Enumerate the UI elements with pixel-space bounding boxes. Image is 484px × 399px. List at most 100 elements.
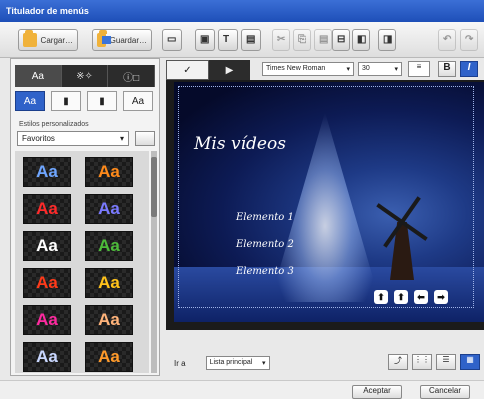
redo-button[interactable]: ↷ [460,29,478,51]
style-swatch[interactable]: Aa [85,231,133,261]
cut-button[interactable]: ✂ [272,29,290,51]
size-select[interactable]: 30 ▾ [358,62,402,76]
style-swatch[interactable]: Aa [85,342,133,372]
swatch-scrollbar[interactable] [151,151,157,373]
chevron-down-icon: ▾ [394,66,398,73]
preset-label: Estilos personalizados [19,121,89,128]
menu-element-2[interactable]: Elemento 2 [236,239,294,250]
ok-button[interactable]: Aceptar [352,385,402,399]
copy-icon: ⎘ [298,34,306,45]
bold-button[interactable]: B [438,61,456,77]
style-swatch[interactable]: Aa [23,268,71,298]
new-title-button[interactable]: ▭ [162,29,182,51]
main-toolbar: Cargar… Guardar… ▭ ▣ T ▤ ✂ ⎘ ▤ ⊟ ◧ ◨ ↶ ↷ [0,22,484,58]
nav-up-icon[interactable]: ⬆ [374,290,388,304]
link-label: Ir a [174,358,186,368]
layer-front-button[interactable]: ◧ [352,29,370,51]
tab-text-styles[interactable]: Aa [15,65,62,87]
tab-preview[interactable]: ▶ [209,60,250,80]
text-icon: T [223,34,230,45]
style-swatch[interactable]: Aa [23,305,71,335]
style-swatch[interactable]: Aa [85,305,133,335]
menu-element-3[interactable]: Elemento 3 [236,266,294,277]
window-titlebar: Titulador de menús [0,0,484,22]
add-text-button[interactable]: T [218,29,238,51]
link-target-value: Lista principal [209,359,253,366]
paste-button[interactable]: ▤ [314,29,332,51]
safe-area-border [178,86,474,308]
preset-settings-button[interactable] [135,131,155,146]
list-view-icon[interactable]: ☰ [436,354,456,370]
undo-icon: ↶ [443,34,452,45]
link-target-select[interactable]: Lista principal ▾ [205,356,270,370]
style-swatch[interactable]: Aa [85,194,133,224]
style-shadow-button[interactable]: ▮ [87,91,117,111]
view-icons: ⤴ ⋮⋮ ☰ ▦ [388,354,480,370]
style-type-row: Aa ▮ ▮ Aa [15,91,155,113]
nav-right-icon[interactable]: ➡ [434,290,448,304]
menu-nav-buttons: ⬆ ⬆ ⬅ ➡ [374,290,448,304]
italic-button[interactable]: I [460,61,478,77]
nav-home-icon[interactable]: ⬆ [394,290,408,304]
canvas-frame: Mis vídeos Elemento 1 Elemento 2 Element… [166,80,484,330]
style-swatch[interactable]: Aa [23,157,71,187]
button-icon: ▤ [246,34,256,45]
add-button-button[interactable]: ▤ [241,29,261,51]
align-dropdown-button[interactable]: ⊟ [332,29,350,51]
paste-icon: ▤ [319,34,329,45]
tab-backgrounds[interactable]: ※✧ [62,65,109,87]
grid-icon[interactable]: ⋮⋮ [412,354,432,370]
menu-title-text[interactable]: Mis vídeos [194,134,286,154]
layer-back-button[interactable]: ◨ [378,29,396,51]
copy-button[interactable]: ⎘ [293,29,311,51]
preset-select[interactable]: Favoritos ▾ [17,131,129,146]
nav-left-icon[interactable]: ⬅ [414,290,428,304]
align-icon: ⊟ [337,34,346,45]
scrollbar-thumb[interactable] [151,157,157,217]
link-icon[interactable]: ⤴ [388,354,408,370]
chevron-down-icon: ▾ [346,66,350,73]
menu-element-1[interactable]: Elemento 1 [236,212,294,223]
style-swatch[interactable]: Aa [23,231,71,261]
dialog-footer: Aceptar Cancelar [0,380,484,399]
styles-panel: Aa ※✧ ⓘ□ Aa ▮ ▮ Aa Estilos personalizado… [10,58,160,376]
tab-buttons[interactable]: ⓘ□ [108,65,156,87]
style-swatch[interactable]: Aa [85,157,133,187]
scissors-icon: ✂ [277,34,286,45]
save-folder-icon [97,30,111,47]
tab-edit[interactable]: ✓ [166,60,209,80]
add-image-button[interactable]: ▣ [195,29,215,51]
save-button[interactable]: Guardar… [92,29,152,51]
style-swatch[interactable]: Aa [23,342,71,372]
style-swatch[interactable]: Aa [23,194,71,224]
chevron-down-icon: ▾ [262,360,266,367]
editor-tabs: ✓ ▶ [166,60,250,80]
justify-button[interactable]: ≡ [408,61,430,77]
style-edge-button[interactable]: ▮ [51,91,81,111]
open-button-label: Cargar… [40,35,73,45]
cancel-button[interactable]: Cancelar [420,385,470,399]
redo-icon: ↷ [465,34,474,45]
monitor-icon: ▭ [167,34,177,45]
styles-tabs: Aa ※✧ ⓘ□ [15,65,156,87]
preset-value: Favoritos [22,134,55,143]
font-select[interactable]: Times New Roman ▾ [262,62,354,76]
open-button[interactable]: Cargar… [18,29,78,51]
save-button-label: Guardar… [109,35,147,45]
link-bar: Ir a Lista principal ▾ ⤴ ⋮⋮ ☰ ▦ [166,352,484,374]
style-outline-button[interactable]: Aa [123,91,153,111]
layers-icon: ◧ [357,34,367,45]
chevron-down-icon: ▾ [119,134,124,143]
menu-canvas[interactable]: Mis vídeos Elemento 1 Elemento 2 Element… [174,82,484,322]
image-icon: ▣ [200,34,210,45]
style-face-button[interactable]: Aa [15,91,45,111]
thumbnail-view-icon[interactable]: ▦ [460,354,480,370]
undo-button[interactable]: ↶ [438,29,456,51]
layer-back-icon: ◨ [383,34,393,45]
font-value: Times New Roman [266,65,326,72]
open-folder-icon [23,30,37,47]
size-value: 30 [362,65,370,72]
style-swatch[interactable]: Aa [85,268,133,298]
window-title: Titulador de menús [6,6,89,16]
style-swatch-grid: Aa Aa Aa Aa Aa Aa Aa Aa Aa Aa Aa Aa [15,151,149,373]
